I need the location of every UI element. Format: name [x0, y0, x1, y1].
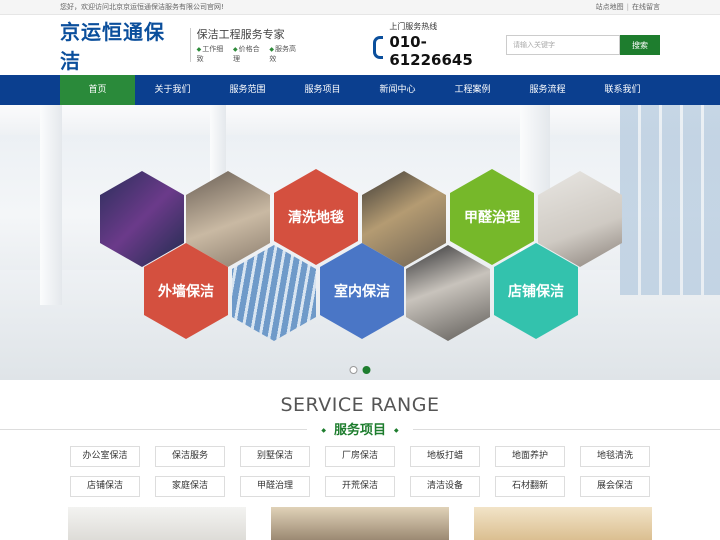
service-hex-label: 室内保洁	[334, 284, 390, 300]
service-tag[interactable]: 别墅保洁	[240, 446, 310, 467]
section-title-row: 服务项目	[0, 419, 720, 439]
top-links-separator: |	[626, 3, 629, 11]
banner-windows	[620, 105, 720, 295]
slider-dot-active[interactable]	[362, 366, 371, 374]
welcome-text: 您好，欢迎访问北京京运恒通保洁服务有限公司官网!	[60, 3, 224, 11]
service-tag[interactable]: 石材翻新	[495, 476, 565, 497]
service-tag[interactable]: 展会保洁	[580, 476, 650, 497]
nav-item-cases[interactable]: 工程案例	[435, 75, 510, 105]
service-tag[interactable]: 厂房保洁	[325, 446, 395, 467]
main-nav: 首页 关于我们 服务范围 服务项目 新闻中心 工程案例 服务流程 联系我们	[0, 75, 720, 105]
top-links: 站点地图 | 在线留言	[596, 0, 660, 15]
section-title-cn: 服务项目	[307, 419, 413, 438]
top-bar: 您好，欢迎访问北京京运恒通保洁服务有限公司官网! 站点地图 | 在线留言	[0, 0, 720, 15]
nav-item-contact[interactable]: 联系我们	[585, 75, 660, 105]
banner-ceiling	[0, 105, 720, 135]
service-hex-label: 清洗地毯	[288, 210, 344, 226]
slider-dot[interactable]	[349, 366, 358, 374]
nav-item-process[interactable]: 服务流程	[510, 75, 585, 105]
sitemap-link[interactable]: 站点地图	[596, 3, 624, 11]
phone-icon	[372, 35, 384, 59]
service-hex-label: 甲醛治理	[464, 210, 520, 226]
service-hex-label: 店铺保洁	[508, 284, 564, 300]
service-tag[interactable]: 开荒保洁	[325, 476, 395, 497]
nav-item-service-scope[interactable]: 服务范围	[210, 75, 285, 105]
nav-item-service-items[interactable]: 服务项目	[285, 75, 360, 105]
slogan-tag: 服务高效	[269, 44, 301, 64]
hotline-label: 上门服务热线	[389, 22, 438, 31]
slogan-tag: 价格合理	[233, 44, 265, 64]
message-link[interactable]: 在线留言	[632, 3, 660, 11]
slogan-tags: 工作细致 价格合理 服务高效	[197, 44, 302, 64]
slogan-tag: 工作细致	[197, 44, 229, 64]
service-tag[interactable]: 地毯清洗	[580, 446, 650, 467]
search-input[interactable]	[506, 35, 620, 55]
slogan-main: 保洁工程服务专家	[196, 28, 285, 41]
service-thumbnails	[68, 507, 652, 540]
service-range-section: SERVICE RANGE 服务项目 办公室保洁 保洁服务 别墅保洁 厂房保洁 …	[0, 380, 720, 540]
service-thumbnail[interactable]	[474, 507, 652, 540]
service-tag[interactable]: 甲醛治理	[240, 476, 310, 497]
hotline-number: 010-61226645	[389, 33, 473, 69]
banner-pillar	[40, 105, 62, 305]
service-tag[interactable]: 地面养护	[495, 446, 565, 467]
service-thumbnail[interactable]	[271, 507, 449, 540]
logo[interactable]: 京运恒通保洁	[60, 16, 182, 74]
section-title-en: SERVICE RANGE	[280, 394, 440, 416]
hotline: 上门服务热线 010-61226645	[372, 21, 506, 69]
service-hex-carpet[interactable]: 清洗地毯	[274, 169, 358, 265]
nav-item-about[interactable]: 关于我们	[135, 75, 210, 105]
service-hex-label: 外墙保洁	[158, 284, 214, 300]
hero-banner[interactable]: 清洗地毯 甲醛治理 外墙保洁 室内保洁 店铺保洁	[0, 105, 720, 380]
service-tag[interactable]: 清洁设备	[410, 476, 480, 497]
search-box: 搜索	[506, 35, 660, 55]
search-button[interactable]: 搜索	[620, 35, 660, 55]
service-tag[interactable]: 店铺保洁	[70, 476, 140, 497]
service-tag[interactable]: 保洁服务	[155, 446, 225, 467]
nav-item-home[interactable]: 首页	[60, 75, 135, 105]
nav-item-news[interactable]: 新闻中心	[360, 75, 435, 105]
service-tag[interactable]: 地板打蜡	[410, 446, 480, 467]
slogan: 保洁工程服务专家 工作细致 价格合理 服务高效	[189, 28, 302, 64]
header: 京运恒通保洁 保洁工程服务专家 工作细致 价格合理 服务高效 上门服务热线 01…	[0, 15, 720, 75]
service-tag[interactable]: 办公室保洁	[70, 446, 140, 467]
service-tags: 办公室保洁 保洁服务 别墅保洁 厂房保洁 地板打蜡 地面养护 地毯清洗 店铺保洁…	[0, 446, 720, 497]
slider-dots	[349, 366, 371, 374]
service-tag[interactable]: 家庭保洁	[155, 476, 225, 497]
service-thumbnail[interactable]	[68, 507, 246, 540]
